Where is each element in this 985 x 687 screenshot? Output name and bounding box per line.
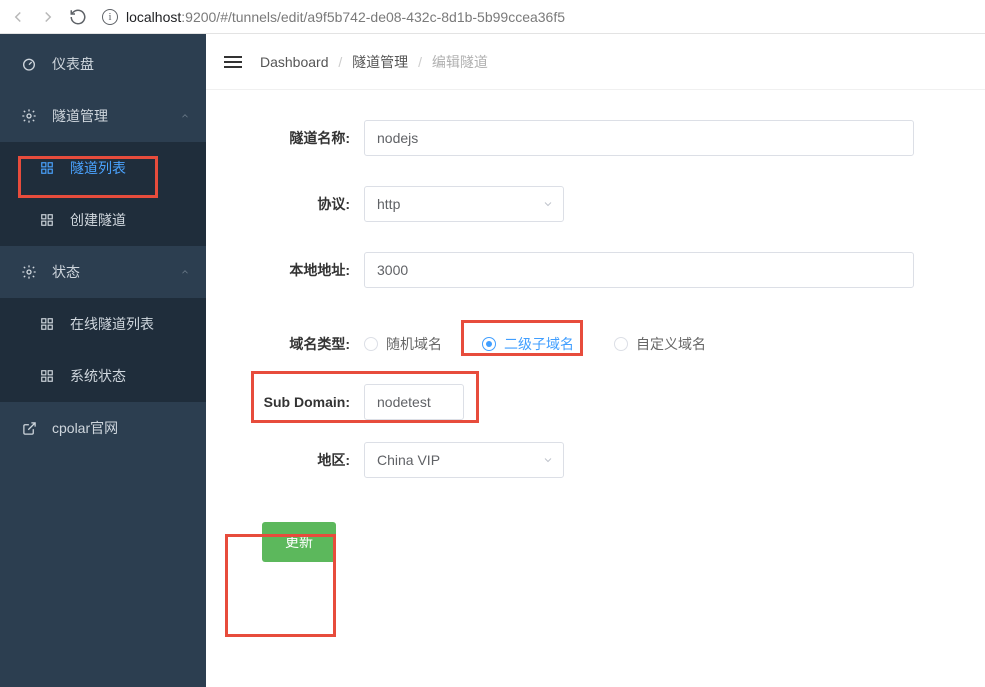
sidebar-item-sys-status[interactable]: 系统状态 [0,350,206,402]
form: 隧道名称: 协议: 本地地址: 域名类型: [206,90,985,592]
sidebar-label: 隧道管理 [52,106,108,126]
gauge-icon [20,55,38,73]
radio-icon [482,337,496,351]
breadcrumb: Dashboard / 隧道管理 / 编辑隧道 [260,52,488,72]
label-domain-type: 域名类型: [226,334,364,354]
topbar: Dashboard / 隧道管理 / 编辑隧道 [206,34,985,90]
tunnel-name-input[interactable] [364,120,914,156]
sidebar-item-dashboard[interactable]: 仪表盘 [0,38,206,90]
local-addr-input[interactable] [364,252,914,288]
sidebar-label: 系统状态 [70,366,126,386]
grid-icon [38,315,56,333]
sidebar-item-online-list[interactable]: 在线隧道列表 [0,298,206,350]
chevron-up-icon [180,111,190,121]
radio-sub-domain[interactable]: 二级子域名 [482,334,574,354]
gear-icon [20,263,38,281]
radio-icon [364,337,378,351]
browser-chrome: i localhost:9200/#/tunnels/edit/a9f5b742… [0,0,985,34]
browser-forward-button[interactable] [38,7,58,27]
grid-icon [38,367,56,385]
browser-back-button[interactable] [8,7,28,27]
breadcrumb-dashboard[interactable]: Dashboard [260,54,329,70]
browser-reload-button[interactable] [68,7,88,27]
radio-random-domain[interactable]: 随机域名 [364,334,442,354]
sidebar-label: 仪表盘 [52,54,94,74]
sidebar-item-cpolar-site[interactable]: cpolar官网 [0,402,206,454]
sidebar-label: 在线隧道列表 [70,314,154,334]
grid-icon [38,159,56,177]
grid-icon [38,211,56,229]
sidebar-item-tunnel-create[interactable]: 创建隧道 [0,194,206,246]
region-select[interactable] [364,442,564,478]
sidebar: 仪表盘 隧道管理 隧道列表 创建隧道 状态 [0,34,206,687]
label-region: 地区: [226,450,364,470]
protocol-select[interactable] [364,186,564,222]
breadcrumb-current: 编辑隧道 [432,54,488,70]
sub-domain-input[interactable] [364,384,464,420]
sidebar-item-status[interactable]: 状态 [0,246,206,298]
browser-url-bar[interactable]: i localhost:9200/#/tunnels/edit/a9f5b742… [98,9,977,25]
label-tunnel-name: 隧道名称: [226,128,364,148]
sidebar-label: 创建隧道 [70,210,126,230]
sidebar-item-tunnel-list[interactable]: 隧道列表 [0,142,206,194]
breadcrumb-tunnel-mgmt[interactable]: 隧道管理 [352,54,408,70]
menu-toggle-button[interactable] [224,56,242,68]
radio-icon [614,337,628,351]
sidebar-label: cpolar官网 [52,418,118,438]
gear-icon [20,107,38,125]
sidebar-label: 状态 [52,262,80,282]
label-sub-domain: Sub Domain: [226,394,364,410]
radio-custom-domain[interactable]: 自定义域名 [614,334,706,354]
update-button[interactable]: 更新 [262,522,336,562]
sidebar-item-tunnel-mgmt[interactable]: 隧道管理 [0,90,206,142]
url-text: localhost:9200/#/tunnels/edit/a9f5b742-d… [126,9,565,25]
external-link-icon [20,419,38,437]
label-local-addr: 本地地址: [226,260,364,280]
main-area: Dashboard / 隧道管理 / 编辑隧道 隧道名称: 协议: [206,34,985,687]
chevron-up-icon [180,267,190,277]
domain-type-radio-group: 随机域名 二级子域名 自定义域名 [364,334,706,354]
site-info-icon[interactable]: i [102,9,118,25]
label-protocol: 协议: [226,194,364,214]
sidebar-label: 隧道列表 [70,158,126,178]
